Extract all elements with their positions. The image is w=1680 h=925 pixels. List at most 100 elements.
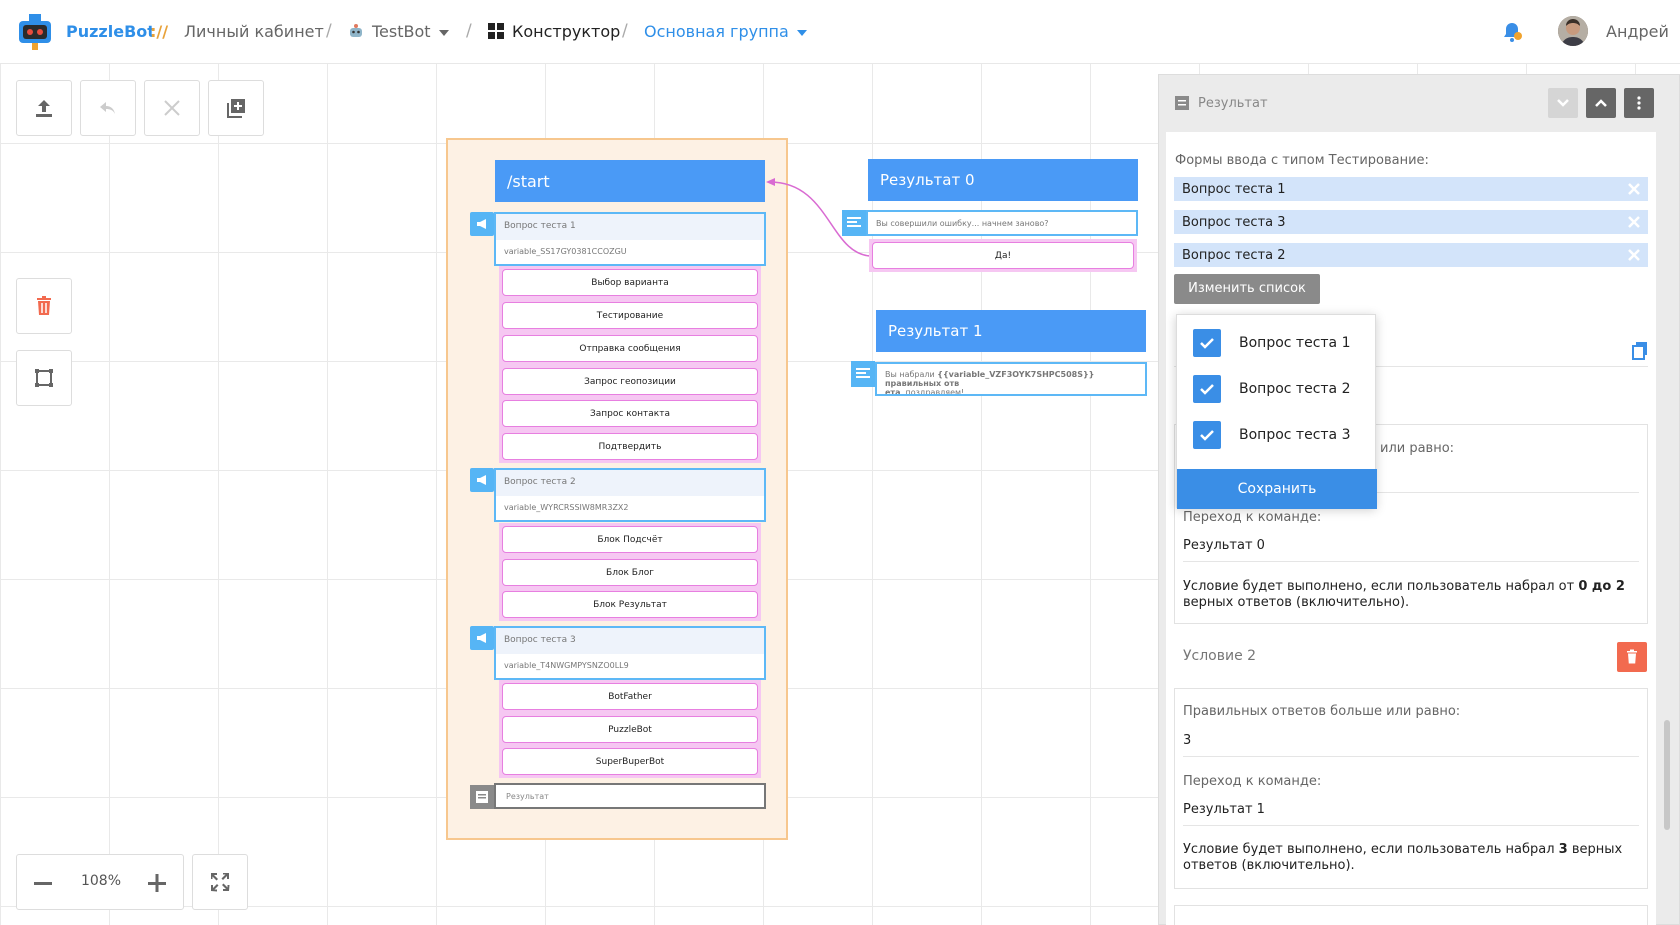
question-title: Вопрос теста 3 — [496, 628, 764, 654]
result-1-node-title[interactable]: Результат 1 — [876, 310, 1146, 352]
popup-option[interactable]: Вопрос теста 3 — [1193, 419, 1363, 451]
option-label: Да! — [872, 242, 1134, 269]
fullscreen-button[interactable] — [192, 854, 248, 910]
megaphone-icon — [470, 468, 494, 492]
megaphone-icon — [470, 212, 494, 236]
puzzlebot-logo-icon[interactable] — [18, 14, 52, 50]
question-variable: variable_SS17GY0381CCOZGU — [504, 247, 627, 256]
option-label: Тестирование — [502, 302, 758, 329]
remove-icon[interactable] — [1626, 214, 1642, 230]
desc-text: Условие будет выполнено, если пользовате… — [1183, 842, 1559, 857]
upload-icon — [36, 100, 52, 117]
option-button[interactable]: Блок Результат — [499, 588, 761, 621]
option-label: Выбор варианта — [502, 269, 758, 296]
save-button[interactable]: Сохранить — [1177, 469, 1377, 509]
result-0-node-title[interactable]: Результат 0 — [868, 159, 1138, 201]
option-button[interactable]: Отправка сообщения — [499, 332, 761, 365]
upload-button[interactable] — [16, 80, 72, 136]
option-button[interactable]: Запрос геопозиции — [499, 365, 761, 398]
breadcrumb-divider: / — [326, 21, 332, 41]
brand-separator: :// — [150, 22, 169, 41]
copy-icon[interactable] — [1632, 342, 1648, 360]
desc-range: 0 до 2 — [1578, 579, 1625, 594]
option-button[interactable]: SuperBuperBot — [499, 745, 761, 778]
avatar[interactable] — [1558, 16, 1588, 46]
chevron-down-icon — [796, 29, 807, 36]
chip-label: Вопрос теста 3 — [1182, 215, 1286, 230]
more-options-button[interactable] — [1624, 88, 1654, 118]
message-text-bold: правильных отв — [885, 379, 960, 388]
question-block-2[interactable]: Вопрос теста 2 variable_WYRCRSSIW8MR3ZX2 — [494, 468, 766, 522]
checkbox-checked-icon[interactable] — [1193, 375, 1221, 403]
field-underline — [1183, 756, 1639, 757]
option-label: Отправка сообщения — [502, 335, 758, 362]
question-block-1[interactable]: Вопрос теста 1 variable_SS17GY0381CCOZGU — [494, 212, 766, 266]
panel-scrollbar[interactable] — [1664, 720, 1670, 830]
option-button[interactable]: BotFather — [499, 680, 761, 713]
option-button[interactable]: Запрос контакта — [499, 397, 761, 430]
option-label: PuzzleBot — [502, 716, 758, 743]
change-list-button[interactable]: Изменить список — [1174, 274, 1320, 304]
group-selector[interactable]: Основная группа — [644, 22, 807, 41]
popup-option[interactable]: Вопрос теста 1 — [1193, 327, 1363, 359]
user-name[interactable]: Андрей — [1606, 22, 1669, 41]
breadcrumb-cabinet[interactable]: Личный кабинет — [184, 22, 324, 41]
desc-text: верных ответов (включительно). — [1183, 595, 1410, 610]
min-correct-input[interactable]: 3 — [1183, 733, 1191, 748]
breadcrumb-constructor[interactable]: Конструктор — [488, 22, 620, 41]
popup-option[interactable]: Вопрос теста 2 — [1193, 373, 1363, 405]
goto-select[interactable]: Результат 0 — [1183, 538, 1265, 553]
fullscreen-icon — [211, 873, 230, 892]
select-area-button[interactable] — [16, 350, 72, 406]
min-correct-label-partial: или равно: — [1380, 441, 1455, 456]
breadcrumb-divider: / — [622, 21, 628, 41]
message-text-bold: ета — [885, 388, 901, 396]
desc-text: верных — [1567, 842, 1623, 857]
question-block-3[interactable]: Вопрос теста 3 variable_T4NWGMPYSNZO0LL9 — [494, 626, 766, 680]
option-button[interactable]: Тестирование — [499, 299, 761, 332]
zoom-control: 108% — [16, 854, 184, 910]
forms-label: Формы ввода с типом Тестирование: — [1175, 153, 1429, 168]
option-label: Блок Подсчёт — [502, 526, 758, 553]
delete-selection-button[interactable] — [144, 80, 200, 136]
start-command-node[interactable]: /start — [495, 160, 765, 202]
goto-label: Переход к команде: — [1183, 774, 1322, 789]
goto-select[interactable]: Результат 1 — [1183, 802, 1265, 817]
condition-1-description: Условие будет выполнено, если пользовате… — [1183, 579, 1633, 611]
option-button[interactable]: Блок Подсчёт — [499, 523, 761, 556]
remove-icon[interactable] — [1626, 247, 1642, 263]
option-label: Запрос геопозиции — [502, 368, 758, 395]
desc-text: Условие будет выполнено, если пользовате… — [1183, 579, 1579, 594]
result-0-yes-button[interactable]: Да! — [869, 239, 1137, 272]
popup-option-label: Вопрос теста 2 — [1239, 381, 1351, 397]
zoom-in-icon[interactable] — [145, 871, 169, 895]
bell-icon[interactable] — [1500, 20, 1524, 44]
breadcrumb-divider: / — [466, 21, 472, 41]
delete-condition-button[interactable] — [1617, 642, 1647, 672]
trash-button[interactable] — [16, 278, 72, 334]
undo-button[interactable] — [80, 80, 136, 136]
chevron-down-icon — [1557, 99, 1569, 107]
option-button[interactable]: Блок Блог — [499, 556, 761, 589]
add-block-button[interactable] — [208, 80, 264, 136]
breadcrumb-constructor-label: Конструктор — [512, 22, 621, 41]
condition-2-description: Условие будет выполнено, если пользовате… — [1183, 842, 1633, 874]
option-button[interactable]: Выбор варианта — [499, 266, 761, 299]
breadcrumb-bot[interactable]: TestBot — [348, 22, 449, 41]
checkbox-checked-icon[interactable] — [1193, 329, 1221, 357]
zoom-out-icon[interactable] — [31, 871, 55, 895]
min-correct-label: Правильных ответов больше или равно: — [1183, 704, 1461, 719]
bot-icon — [350, 24, 362, 37]
option-button[interactable]: Подтвердить — [499, 430, 761, 463]
collapse-down-button[interactable] — [1548, 88, 1578, 118]
option-button[interactable]: PuzzleBot — [499, 713, 761, 746]
checkbox-checked-icon[interactable] — [1193, 421, 1221, 449]
desc-text: ответов (включительно). — [1183, 858, 1355, 873]
result-0-message[interactable]: Вы совершили ошибку... начнем заново? — [866, 210, 1138, 236]
result-block[interactable]: Результат — [494, 783, 766, 809]
brand-name[interactable]: PuzzleBot — [66, 22, 155, 41]
collapse-up-button[interactable] — [1586, 88, 1616, 118]
result-1-message[interactable]: Вы набрали {{variable_VZF3OYK7SHPC508S}}… — [875, 362, 1147, 396]
remove-icon[interactable] — [1626, 181, 1642, 197]
option-label: BotFather — [502, 683, 758, 710]
